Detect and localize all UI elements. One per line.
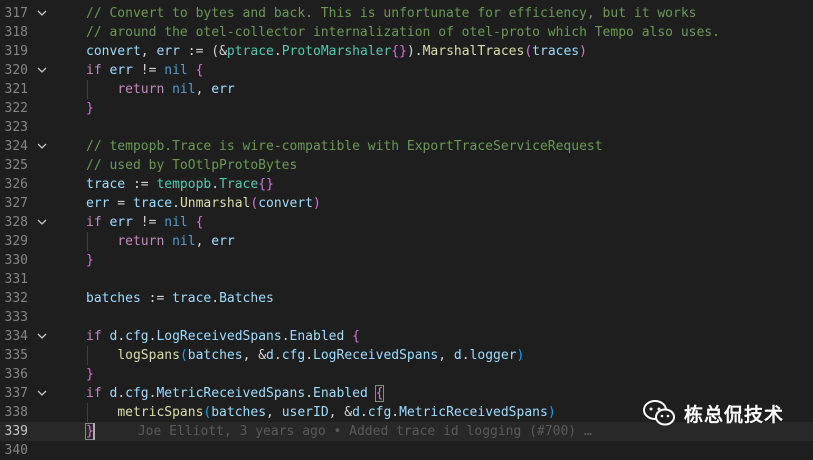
code-line[interactable]: 331 (0, 270, 813, 289)
line-number: 328 (4, 215, 28, 230)
code-line[interactable]: 327 err = trace.Unmarshal(convert) (0, 194, 813, 213)
line-number: 333 (4, 310, 28, 325)
code-line[interactable]: 321 return nil, err (0, 80, 813, 99)
code-line[interactable]: 317 // Convert to bytes and back. This is… (0, 4, 813, 23)
code-line[interactable]: 323 (0, 118, 813, 137)
code-line[interactable]: 324 // tempopb.Trace is wire-compatible w… (0, 137, 813, 156)
code-line[interactable]: 319 convert, err := (&ptrace.ProtoMarshal… (0, 42, 813, 61)
code-editor[interactable]: 317 // Convert to bytes and back. This is… (0, 0, 813, 458)
line-number: 317 (4, 6, 28, 21)
code-text[interactable]: // used by ToOtlpProtoBytes (86, 156, 297, 175)
fold-chevron-icon[interactable] (36, 384, 48, 403)
code-line[interactable]: 322} (0, 99, 813, 118)
line-number: 323 (4, 120, 28, 135)
code-line[interactable]: 336} (0, 365, 813, 384)
watermark-text: 栋总侃技术 (684, 403, 785, 426)
code-line[interactable]: 334 if d.cfg.LogReceivedSpans.Enabled { (0, 327, 813, 346)
code-line[interactable]: 328 if err != nil { (0, 213, 813, 232)
code-text[interactable]: if err != nil { (86, 61, 203, 80)
line-number: 338 (4, 405, 28, 420)
line-number: 334 (4, 329, 28, 344)
code-line[interactable]: 326 trace := tempopb.Trace{} (0, 175, 813, 194)
line-number: 327 (4, 196, 28, 211)
line-number: 326 (4, 177, 28, 192)
code-text[interactable]: if err != nil { (86, 213, 203, 232)
line-number: 319 (4, 44, 28, 59)
line-number: 330 (4, 253, 28, 268)
line-number: 324 (4, 139, 28, 154)
code-line[interactable]: 332 batches := trace.Batches (0, 289, 813, 308)
text-cursor (93, 423, 95, 440)
line-number: 331 (4, 272, 28, 287)
code-text[interactable]: } (86, 251, 94, 270)
code-text[interactable]: // tempopb.Trace is wire-compatible with… (86, 137, 603, 156)
line-number: 332 (4, 291, 28, 306)
code-text[interactable]: return nil, err (86, 80, 234, 99)
fold-chevron-icon[interactable] (36, 61, 48, 80)
line-number: 322 (4, 101, 28, 116)
code-line[interactable]: 335 logSpans(batches, &d.cfg.LogReceived… (0, 346, 813, 365)
code-text[interactable]: // around the otel-collector internaliza… (86, 23, 720, 42)
code-text[interactable]: logSpans(batches, &d.cfg.LogReceivedSpan… (86, 346, 524, 365)
code-line[interactable]: 330} (0, 251, 813, 270)
code-text[interactable]: } (86, 365, 94, 384)
code-text[interactable]: trace := tempopb.Trace{} (86, 175, 274, 194)
line-number: 335 (4, 348, 28, 363)
line-number: 318 (4, 25, 28, 40)
line-number: 329 (4, 234, 28, 249)
code-text[interactable]: if d.cfg.LogReceivedSpans.Enabled { (86, 327, 360, 346)
line-number: 325 (4, 158, 28, 173)
fold-chevron-icon[interactable] (36, 327, 48, 346)
code-text[interactable]: convert, err := (&ptrace.ProtoMarshaler{… (86, 42, 587, 61)
fold-chevron-icon[interactable] (36, 213, 48, 232)
line-number: 339 (4, 424, 28, 439)
wechat-icon (643, 400, 675, 426)
code-text[interactable]: if d.cfg.MetricReceivedSpans.Enabled { (86, 384, 385, 403)
fold-chevron-icon[interactable] (36, 4, 48, 23)
line-number: 321 (4, 82, 28, 97)
code-line[interactable]: 329 return nil, err (0, 232, 813, 251)
code-text[interactable]: return nil, err (86, 232, 234, 251)
code-text[interactable]: } Joe Elliott, 3 years ago • Added trace … (85, 422, 592, 441)
code-line[interactable]: 320 if err != nil { (0, 61, 813, 80)
code-text[interactable]: batches := trace.Batches (86, 289, 274, 308)
code-text[interactable]: } (86, 99, 94, 118)
line-number: 320 (4, 63, 28, 78)
fold-chevron-icon[interactable] (36, 137, 48, 156)
code-text[interactable]: // Convert to bytes and back. This is un… (86, 4, 696, 23)
code-line[interactable]: 325 // used by ToOtlpProtoBytes (0, 156, 813, 175)
watermark: 栋总侃技术 (642, 396, 810, 430)
code-line[interactable]: 318 // around the otel-collector internal… (0, 23, 813, 42)
code-text[interactable]: metricSpans(batches, userID, &d.cfg.Metr… (86, 403, 555, 422)
line-number: 337 (4, 386, 28, 401)
line-number: 336 (4, 367, 28, 382)
code-line[interactable]: 333 (0, 308, 813, 327)
code-text[interactable]: err = trace.Unmarshal(convert) (86, 194, 321, 213)
